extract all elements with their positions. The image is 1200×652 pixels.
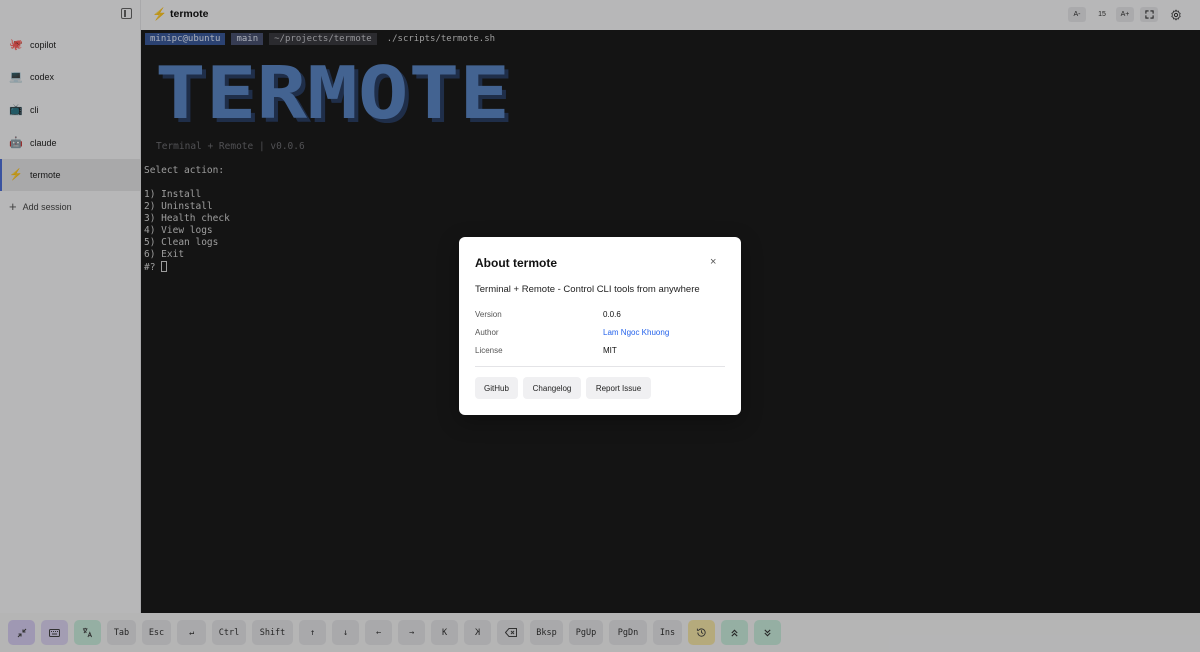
dialog-description: Terminal + Remote - Control CLI tools fr… bbox=[475, 284, 700, 295]
changelog-button[interactable]: Changelog bbox=[523, 377, 581, 399]
version-value: 0.0.6 bbox=[603, 310, 621, 319]
license-label: License bbox=[475, 346, 503, 355]
dialog-divider bbox=[475, 366, 725, 367]
author-label: Author bbox=[475, 328, 499, 337]
dialog-title: About termote bbox=[475, 256, 557, 270]
report-issue-button[interactable]: Report Issue bbox=[586, 377, 651, 399]
close-icon[interactable]: × bbox=[710, 256, 716, 268]
author-link[interactable]: Lam Ngoc Khuong bbox=[603, 328, 669, 337]
about-dialog: About termote × Terminal + Remote - Cont… bbox=[459, 237, 741, 415]
version-label: Version bbox=[475, 310, 502, 319]
license-value: MIT bbox=[603, 346, 617, 355]
github-button[interactable]: GitHub bbox=[475, 377, 518, 399]
